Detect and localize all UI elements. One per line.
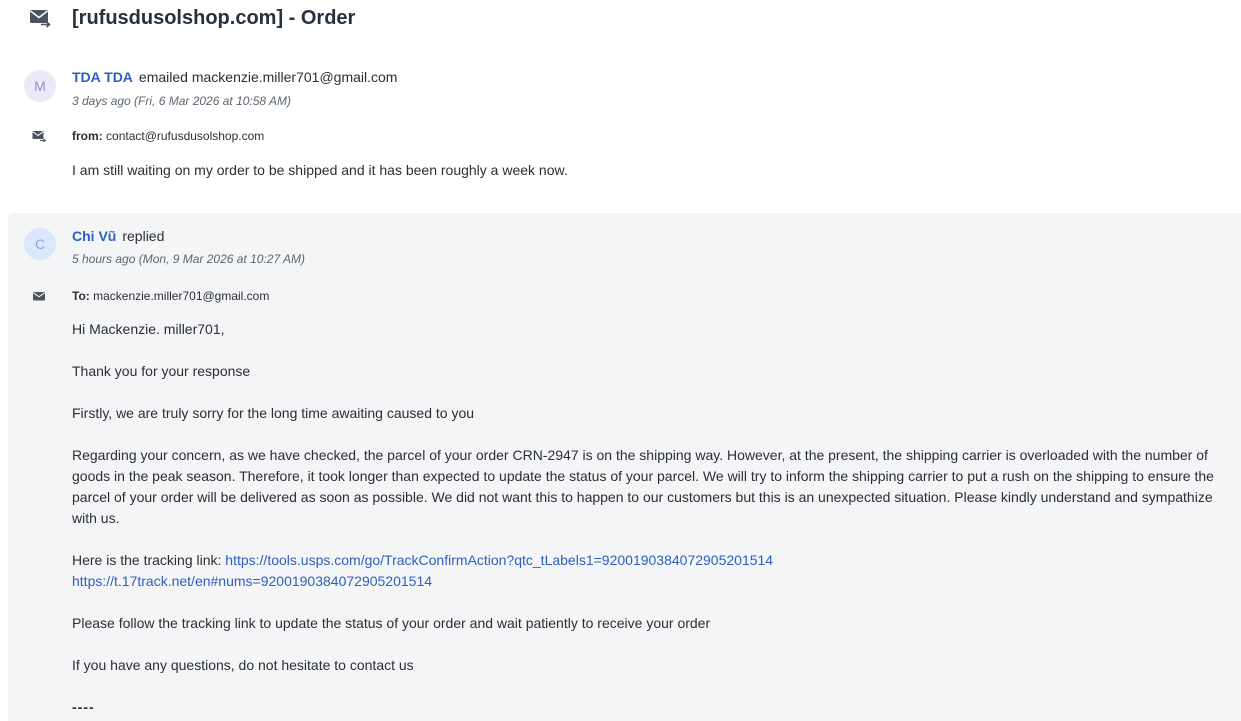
to-address: mackenzie.miller701@gmail.com — [93, 289, 270, 303]
follow-paragraph: Please follow the tracking link to updat… — [72, 615, 711, 631]
17track-tracking-link[interactable]: https://t.17track.net/en#nums=9200190384… — [72, 573, 432, 589]
avatar[interactable]: M — [24, 70, 56, 102]
tracking-paragraph: Here is the tracking link: https://tools… — [72, 550, 1228, 592]
ticket-header: [rufusdusolshop.com] - Order — [0, 0, 1241, 40]
avatar[interactable]: C — [24, 228, 56, 260]
greeting: Hi Mackenzie. miller701, — [72, 321, 225, 337]
signature: ---- — [72, 699, 95, 715]
message-incoming: M TDA TDA emailed mackenzie.miller701@gma… — [0, 60, 1241, 210]
sender-action: replied — [122, 228, 165, 244]
from-label: from: — [72, 129, 103, 143]
tracking-intro: Here is the tracking link: — [72, 552, 222, 568]
sender-name-link[interactable]: Chi Vũ — [72, 228, 116, 244]
sender-action: emailed mackenzie.miller701@gmail.com — [138, 69, 398, 85]
apology-paragraph: Firstly, we are truly sorry for the long… — [72, 405, 475, 421]
ticket-title: [rufusdusolshop.com] - Order — [72, 7, 356, 29]
mail-forward-icon — [30, 10, 51, 28]
usps-tracking-link[interactable]: https://tools.usps.com/go/TrackConfirmAc… — [225, 552, 773, 568]
sender-name-link[interactable]: TDA TDA — [72, 69, 133, 85]
from-address-line: from: contact@rufusdusolshop.com — [72, 129, 264, 143]
mail-forward-icon — [32, 131, 46, 142]
message-timestamp: 3 days ago (Fri, 6 Mar 2026 at 10:58 AM) — [72, 94, 291, 108]
message-body: I am still waiting on my order to be shi… — [72, 162, 568, 178]
mail-icon — [33, 292, 45, 301]
to-address-line: To: mackenzie.miller701@gmail.com — [72, 289, 269, 303]
thanks-paragraph: Thank you for your response — [72, 363, 251, 379]
questions-paragraph: If you have any questions, do not hesita… — [72, 657, 414, 673]
sender-line: TDA TDA emailed mackenzie.miller701@gmail… — [72, 69, 397, 85]
message-body: Hi Mackenzie. miller701, Thank you for y… — [72, 319, 1228, 721]
message-reply: C Chi Vũ replied 5 hours ago (Mon, 9 Mar … — [8, 213, 1241, 721]
to-label: To: — [72, 289, 90, 303]
from-address: contact@rufusdusolshop.com — [106, 129, 265, 143]
message-timestamp: 5 hours ago (Mon, 9 Mar 2026 at 10:27 AM… — [72, 252, 306, 266]
sender-line: Chi Vũ replied — [72, 228, 164, 244]
ticket-view: [rufusdusolshop.com] - Order M TDA TDA em… — [0, 0, 1241, 721]
concern-paragraph: Regarding your concern, as we have check… — [72, 447, 1214, 526]
